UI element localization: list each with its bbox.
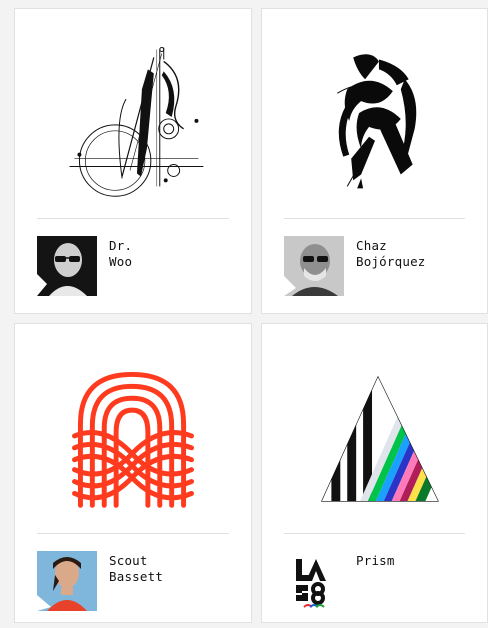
dr-woo-photo <box>37 236 97 296</box>
artist-name-prism[interactable]: Prism <box>356 553 395 569</box>
artist-card-dr-woo[interactable]: Dr. Woo <box>14 8 252 314</box>
chaz-bojorquez-logo <box>337 54 417 189</box>
artist-name-scout-bassett[interactable]: Scout Bassett <box>109 553 163 585</box>
artist-name-dr-woo[interactable]: Dr. Woo <box>109 238 132 270</box>
chaz-bojorquez-photo <box>284 236 344 296</box>
card-divider <box>37 218 229 219</box>
artist-card-prism[interactable]: Prism <box>261 323 488 623</box>
scout-bassett-photo <box>37 551 97 611</box>
card-divider <box>284 218 465 219</box>
scout-bassett-logo <box>72 371 194 508</box>
artist-name-chaz-bojorquez[interactable]: Chaz Bojórquez <box>356 238 426 270</box>
prism-logo <box>321 375 439 502</box>
artist-card-chaz-bojorquez[interactable]: Chaz Bojórquez <box>261 8 488 314</box>
artist-card-scout-bassett[interactable]: Scout Bassett <box>14 323 252 623</box>
card-divider <box>284 533 465 534</box>
dr-woo-logo <box>69 47 204 197</box>
la28-paralympics-logo <box>284 551 344 611</box>
card-divider <box>37 533 229 534</box>
